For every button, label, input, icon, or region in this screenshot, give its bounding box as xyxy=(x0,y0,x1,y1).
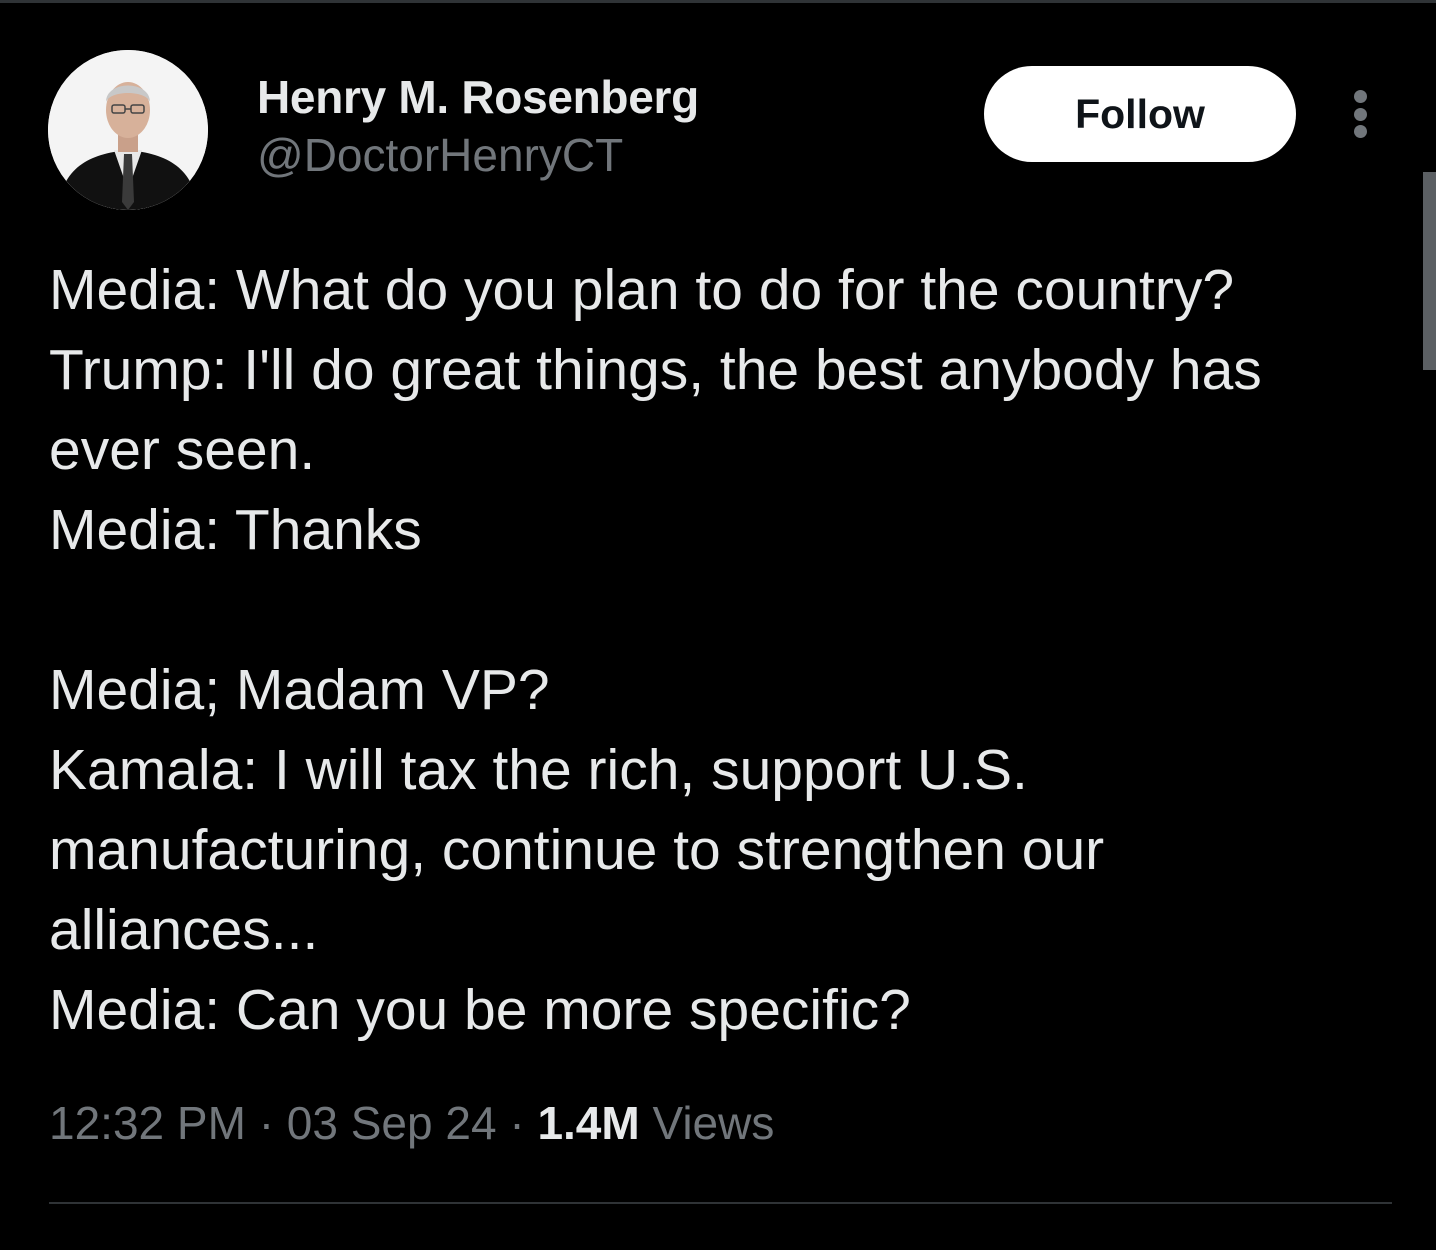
tweet-date[interactable]: 03 Sep 24 xyxy=(287,1097,497,1149)
top-border xyxy=(0,0,1436,3)
tweet-line: Media: What do you plan to do for the co… xyxy=(49,258,1235,322)
tweet-time[interactable]: 12:32 PM xyxy=(49,1097,246,1149)
tweet-line: Kamala: I will tax the rich, support U.S… xyxy=(49,738,1028,802)
follow-button[interactable]: Follow xyxy=(984,66,1296,162)
views-label: Views xyxy=(652,1097,775,1149)
more-dot xyxy=(1353,125,1367,138)
tweet-line: manufacturing, continue to strengthen ou… xyxy=(49,818,1105,882)
meta-separator: · xyxy=(258,1097,275,1149)
author-name[interactable]: Henry M. Rosenberg xyxy=(257,70,699,124)
tweet-text: Media: What do you plan to do for the co… xyxy=(49,250,1409,1050)
more-options-icon[interactable] xyxy=(1340,84,1380,144)
tweet-line: alliances... xyxy=(49,898,319,962)
views-count[interactable]: 1.4M xyxy=(537,1097,639,1149)
tweet-line: ever seen. xyxy=(49,418,316,482)
author-handle[interactable]: @DoctorHenryCT xyxy=(257,128,623,182)
avatar[interactable] xyxy=(48,50,208,210)
tweet-line: Media; Madam VP? xyxy=(49,658,550,722)
profile-photo-icon xyxy=(48,50,208,210)
tweet-line: Media: Can you be more specific? xyxy=(49,978,911,1042)
tweet-meta: 12:32 PM · 03 Sep 24 · 1.4M Views xyxy=(49,1096,774,1150)
more-dot xyxy=(1353,107,1367,121)
meta-separator: · xyxy=(509,1097,525,1149)
scrollbar-thumb[interactable] xyxy=(1423,172,1436,370)
divider xyxy=(49,1202,1392,1204)
tweet-line: Media: Thanks xyxy=(49,498,422,562)
tweet-line: Trump: I'll do great things, the best an… xyxy=(49,338,1262,402)
more-dot xyxy=(1353,90,1367,103)
